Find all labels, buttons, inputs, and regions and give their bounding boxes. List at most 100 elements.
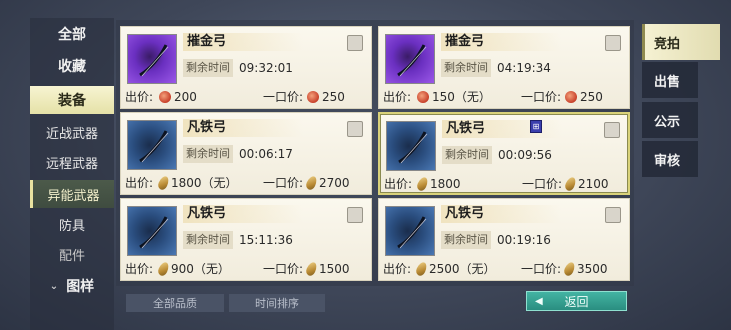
- sidebar-item-favorites[interactable]: 收藏: [30, 52, 114, 80]
- bow-item-icon: [127, 34, 177, 84]
- bid-amount: 2500（无）: [429, 262, 496, 276]
- buyout-amount: 1500: [319, 262, 350, 276]
- buyout-label: 一口价:: [522, 177, 563, 191]
- listing-card[interactable]: 凡铁弓 剩余时间 00:19:16 出价: 2500（无） 一口价: 3500: [378, 198, 630, 281]
- favorite-checkbox[interactable]: [347, 121, 363, 137]
- buyout-value: 2700: [304, 174, 350, 192]
- bid-value: 900（无）: [156, 260, 230, 278]
- sidebar-item-armor[interactable]: 防具: [30, 210, 114, 238]
- tab-sell[interactable]: 出售: [642, 62, 698, 98]
- gold-leaf-icon: [415, 175, 430, 193]
- price-row: 出价: 2500（无） 一口价: 3500: [383, 260, 627, 278]
- bid-value: 1800: [415, 175, 461, 193]
- sidebar-item-melee-weapons[interactable]: 近战武器: [30, 118, 114, 146]
- buyout-amount: 2700: [319, 176, 350, 190]
- bow-item-icon: [385, 206, 435, 256]
- bow-item-icon: [127, 206, 177, 256]
- time-remaining-value: 15:11:36: [239, 233, 293, 247]
- gold-leaf-icon: [156, 174, 171, 192]
- buyout-amount: 250: [322, 90, 345, 104]
- listing-card[interactable]: 凡铁弓 ⊞ 剩余时间 00:09:56 出价: 1800 一口价: 2100: [378, 112, 630, 195]
- sidebar-item-equipment[interactable]: 装备: [30, 86, 114, 114]
- listing-card[interactable]: 摧金弓 剩余时间 09:32:01 出价: 200 一口价: 250: [120, 26, 372, 109]
- tab-public[interactable]: 公示: [642, 102, 698, 138]
- gold-leaf-icon: [562, 260, 577, 278]
- time-remaining-value: 00:19:16: [497, 233, 551, 247]
- buyout-label: 一口价:: [263, 176, 304, 190]
- buyout-amount: 2100: [578, 177, 609, 191]
- item-name: 摧金弓: [441, 33, 561, 51]
- time-remaining-label: 剩余时间: [442, 146, 492, 164]
- back-button-label: 返回: [564, 294, 589, 309]
- gold-leaf-icon: [304, 174, 319, 192]
- price-row: 出价: 200 一口价: 250: [125, 89, 369, 105]
- favorite-checkbox[interactable]: [605, 35, 621, 51]
- buyout-label: 一口价:: [263, 90, 304, 104]
- bid-value: 150（无）: [417, 89, 491, 105]
- gold-leaf-icon: [304, 260, 319, 278]
- buyout-value: 3500: [562, 260, 608, 278]
- bid-value: 1800（无）: [156, 174, 238, 192]
- listing-card[interactable]: 凡铁弓 剩余时间 15:11:36 出价: 900（无） 一口价: 1500: [120, 198, 372, 281]
- bound-badge-icon: ⊞: [530, 120, 542, 133]
- bid-value: 2500（无）: [414, 260, 496, 278]
- buyout-value: 1500: [304, 260, 350, 278]
- bid-label: 出价:: [125, 176, 154, 190]
- time-remaining-label: 剩余时间: [183, 145, 233, 163]
- buyout-value: 2100: [563, 175, 609, 193]
- category-sidebar: 全部 收藏 装备 近战武器 远程武器 异能武器 防具 配件 ⌄ 图样: [30, 18, 114, 330]
- time-remaining-value: 00:06:17: [239, 147, 293, 161]
- bow-item-icon: [127, 120, 177, 170]
- sidebar-item-ability-weapons[interactable]: 异能武器: [30, 180, 114, 208]
- buyout-label: 一口价:: [521, 90, 562, 104]
- favorite-checkbox[interactable]: [605, 207, 621, 223]
- sidebar-item-patterns[interactable]: ⌄ 图样: [30, 272, 114, 300]
- bow-item-icon: [385, 34, 435, 84]
- favorite-checkbox[interactable]: [347, 207, 363, 223]
- red-coin-icon: [565, 91, 577, 103]
- buyout-amount: 3500: [577, 262, 608, 276]
- buyout-label: 一口价:: [263, 262, 304, 276]
- listing-card[interactable]: 摧金弓 剩余时间 04:19:34 出价: 150（无） 一口价: 250: [378, 26, 630, 109]
- sidebar-item-ranged-weapons[interactable]: 远程武器: [30, 148, 114, 176]
- buyout-label: 一口价:: [521, 262, 562, 276]
- buyout-amount: 250: [580, 90, 603, 104]
- time-remaining-value: 09:32:01: [239, 61, 293, 75]
- time-remaining-label: 剩余时间: [183, 231, 233, 249]
- bid-amount: 900（无）: [171, 262, 230, 276]
- item-name: 凡铁弓: [441, 205, 561, 223]
- item-name: 凡铁弓: [183, 205, 303, 223]
- time-remaining-label: 剩余时间: [441, 231, 491, 249]
- favorite-checkbox[interactable]: [604, 122, 620, 138]
- bid-label: 出价:: [384, 177, 413, 191]
- buyout-value: 250: [565, 89, 603, 105]
- time-sort-button[interactable]: 时间排序: [229, 294, 325, 312]
- bid-amount: 1800: [430, 177, 461, 191]
- quality-filter-button[interactable]: 全部品质: [126, 294, 224, 312]
- item-name: 凡铁弓: [183, 119, 303, 137]
- buyout-value: 250: [307, 89, 345, 105]
- price-row: 出价: 1800（无） 一口价: 2700: [125, 174, 369, 192]
- time-remaining-value: 04:19:34: [497, 61, 551, 75]
- gold-leaf-icon: [414, 260, 429, 278]
- sidebar-item-all[interactable]: 全部: [30, 20, 114, 48]
- red-coin-icon: [159, 91, 171, 103]
- red-coin-icon: [417, 91, 429, 103]
- favorite-checkbox[interactable]: [347, 35, 363, 51]
- bow-item-icon: [386, 121, 436, 171]
- bid-label: 出价:: [125, 90, 154, 104]
- tab-auction[interactable]: 竞拍: [642, 24, 720, 60]
- sidebar-item-label: 图样: [66, 279, 95, 295]
- gold-leaf-icon: [563, 175, 578, 193]
- price-row: 出价: 900（无） 一口价: 1500: [125, 260, 369, 278]
- listing-card[interactable]: 凡铁弓剩余时间 00:06:17 出价: 1800（无） 一口价: 2700: [120, 112, 372, 195]
- time-remaining-value: 00:09:56: [498, 148, 552, 162]
- back-button[interactable]: ◀ 返回: [526, 291, 627, 311]
- sidebar-item-accessories[interactable]: 配件: [30, 240, 114, 268]
- bid-amount: 150（无）: [432, 90, 491, 104]
- price-row: 出价: 1800 一口价: 2100: [384, 175, 628, 193]
- item-name: 摧金弓: [183, 33, 303, 51]
- bid-amount: 200: [174, 90, 197, 104]
- tab-review[interactable]: 审核: [642, 141, 698, 177]
- bid-value: 200: [159, 89, 197, 105]
